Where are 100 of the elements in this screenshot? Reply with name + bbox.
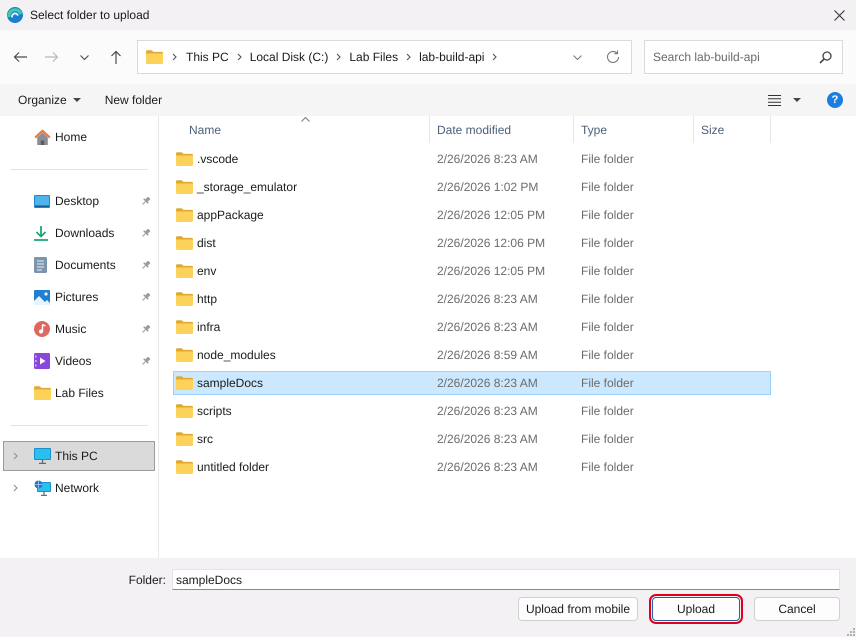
field-label: Folder:	[128, 572, 166, 586]
file-name: src	[197, 432, 213, 446]
file-name: http	[197, 292, 218, 306]
refresh-icon	[606, 50, 620, 64]
file-type: File folder	[581, 292, 634, 306]
file-row[interactable]: scripts 2/26/2026 8:23 AM File folder	[173, 399, 771, 423]
folder-icon	[176, 264, 193, 278]
file-row[interactable]: http 2/26/2026 8:23 AM File folder	[173, 287, 771, 311]
file-row[interactable]: _storage_emulator 2/26/2026 1:02 PM File folder	[173, 175, 771, 199]
file-row[interactable]: untitled folder 2/26/2026 8:23 AM File folder	[173, 455, 771, 479]
window-title: Select folder to upload	[30, 8, 150, 22]
sidebar-item[interactable]: Desktop	[3, 185, 155, 217]
help-button[interactable]: ?	[827, 92, 843, 108]
folder-icon	[176, 432, 193, 446]
folder-icon	[34, 386, 51, 400]
file-type: File folder	[581, 460, 634, 474]
sidebar-item[interactable]: Videos	[3, 345, 155, 377]
sidebar-item[interactable]: Home	[3, 121, 155, 153]
file-type: File folder	[581, 376, 634, 390]
file-type: File folder	[581, 152, 634, 166]
close-icon	[834, 10, 844, 20]
file-row[interactable]: appPackage 2/26/2026 12:05 PM File folder	[173, 203, 771, 227]
folder-field[interactable]: sampleDocs	[172, 569, 840, 590]
file-row[interactable]: env 2/26/2026 12:05 PM File folder	[173, 259, 771, 283]
modified-date: 2/26/2026 8:23 AM	[437, 376, 538, 390]
chevron-down-icon	[80, 54, 88, 60]
modified-date: 2/26/2026 1:02 PM	[437, 180, 538, 194]
chevron-right-icon	[492, 53, 498, 61]
video-icon	[34, 353, 50, 369]
file-name: infra	[197, 320, 220, 334]
file-type: File folder	[581, 432, 634, 446]
file-row[interactable]: src 2/26/2026 8:23 AM File folder	[173, 427, 771, 451]
music-note-icon	[34, 321, 50, 337]
chevron-down-icon	[572, 54, 582, 60]
new-folder-button[interactable]: New folder	[96, 87, 170, 113]
picture-icon	[34, 290, 50, 304]
column-header[interactable]: Type	[574, 116, 694, 143]
breadcrumb[interactable]: Lab Files	[346, 45, 402, 69]
file-type: File folder	[581, 264, 634, 278]
file-type: File folder	[581, 180, 634, 194]
file-type: File folder	[581, 208, 634, 222]
chevron-right-icon	[236, 53, 242, 61]
breadcrumb[interactable]: This PC	[183, 45, 232, 69]
caret-down-icon	[72, 98, 81, 102]
breadcrumb[interactable]: Local Disk (C:)	[246, 45, 332, 69]
file-name: untitled folder	[197, 460, 270, 474]
folder-icon	[176, 236, 193, 250]
chevron-right-icon	[336, 53, 342, 61]
dialog-button[interactable]: Upload	[652, 597, 740, 621]
file-row[interactable]: .vscode 2/26/2026 8:23 AM File folder	[173, 147, 771, 171]
folder-icon	[176, 376, 193, 390]
modified-date: 2/26/2026 12:05 PM	[437, 264, 546, 278]
file-name: _storage_emulator	[197, 180, 298, 194]
sidebar-item[interactable]: Music	[3, 313, 155, 345]
folder-icon	[176, 292, 193, 306]
app-logo-icon	[7, 7, 23, 23]
dialog-button[interactable]: Upload from mobile	[518, 597, 638, 621]
sidebar-item[interactable]: Lab Files	[3, 377, 155, 409]
chevron-right-icon	[406, 53, 412, 61]
home-icon	[34, 129, 51, 145]
file-row[interactable]: infra 2/26/2026 8:23 AM File folder	[173, 315, 771, 339]
modified-date: 2/26/2026 8:23 AM	[437, 292, 538, 306]
resize-grip-icon	[847, 628, 855, 636]
sidebar-item[interactable]: Documents	[3, 249, 155, 281]
chevron-right-icon	[172, 53, 177, 61]
folder-icon	[176, 460, 193, 474]
file-name: node_modules	[197, 348, 276, 362]
file-name: .vscode	[197, 152, 238, 166]
sidebar-item[interactable]: Downloads	[3, 217, 155, 249]
file-row[interactable]: sampleDocs 2/26/2026 8:23 AM File folder	[173, 371, 771, 395]
file-name: env	[197, 264, 216, 278]
folder-icon	[176, 404, 193, 418]
address-bar[interactable]: This PC Local Disk (C:) Lab Files lab-build-api	[137, 40, 632, 74]
breadcrumb[interactable]: lab-build-api	[416, 45, 488, 69]
column-header[interactable]: Date modified	[430, 116, 574, 143]
folder-icon	[176, 348, 193, 362]
organize-menu-button[interactable]: Organize	[10, 87, 89, 113]
modified-date: 2/26/2026 8:23 AM	[437, 460, 538, 474]
modified-date: 2/26/2026 8:23 AM	[437, 432, 538, 446]
file-name: scripts	[197, 404, 232, 418]
sidebar-item[interactable]: This PC	[3, 441, 155, 471]
file-row[interactable]: node_modules 2/26/2026 8:59 AM File folder	[173, 343, 771, 367]
modified-date: 2/26/2026 8:23 AM	[437, 152, 538, 166]
sidebar-item[interactable]: Network	[3, 472, 155, 504]
file-name: appPackage	[197, 208, 264, 222]
forward-arrow-icon	[45, 51, 59, 63]
list-view-icon	[768, 94, 781, 106]
dialog-button[interactable]: Cancel	[754, 597, 840, 621]
modified-date: 2/26/2026 8:23 AM	[437, 320, 538, 334]
modified-date: 2/26/2026 12:05 PM	[437, 208, 546, 222]
file-row[interactable]: dist 2/26/2026 12:06 PM File folder	[173, 231, 771, 255]
download-arrow-icon	[34, 225, 48, 241]
search-field[interactable]: Search lab-build-api	[644, 40, 843, 74]
column-header[interactable]: Size	[694, 116, 771, 143]
document-icon	[34, 257, 47, 273]
up-arrow-icon	[110, 50, 122, 64]
monitor-icon	[34, 448, 51, 464]
desktop-icon	[34, 194, 50, 208]
column-header[interactable]: Name	[173, 116, 430, 143]
sidebar-item[interactable]: Pictures	[3, 281, 155, 313]
